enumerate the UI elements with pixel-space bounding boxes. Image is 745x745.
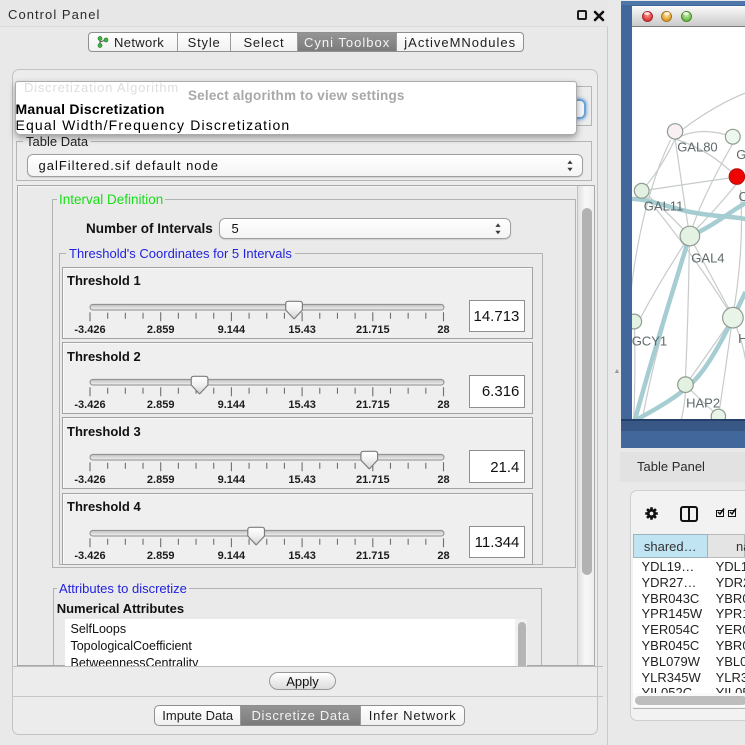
svg-text:28: 28 — [437, 399, 449, 411]
svg-text:21.715: 21.715 — [356, 550, 390, 562]
svg-text:H: H — [738, 331, 745, 346]
svg-text:9.144: 9.144 — [218, 399, 246, 411]
svg-text:28: 28 — [437, 474, 449, 486]
svg-text:G: G — [736, 147, 745, 162]
svg-text:HAP2: HAP2 — [686, 396, 720, 411]
svg-text:9.144: 9.144 — [218, 324, 246, 336]
svg-text:GCY1: GCY1 — [632, 334, 667, 349]
svg-text:2.859: 2.859 — [147, 474, 175, 486]
svg-text:15.43: 15.43 — [288, 399, 316, 411]
svg-text:GAL4: GAL4 — [691, 251, 724, 266]
svg-text:-3.426: -3.426 — [74, 474, 105, 486]
svg-text:2.859: 2.859 — [147, 324, 175, 336]
svg-text:GAL80: GAL80 — [677, 140, 717, 155]
svg-text:GAL11: GAL11 — [643, 199, 683, 214]
svg-text:21.715: 21.715 — [356, 474, 390, 486]
svg-text:15.43: 15.43 — [288, 474, 316, 486]
svg-text:28: 28 — [437, 550, 449, 562]
svg-text:9.144: 9.144 — [218, 550, 246, 562]
svg-text:C: C — [738, 189, 745, 204]
svg-text:-3.426: -3.426 — [74, 324, 105, 336]
svg-text:28: 28 — [437, 324, 449, 336]
svg-text:2.859: 2.859 — [147, 550, 175, 562]
svg-text:15.43: 15.43 — [288, 324, 316, 336]
svg-text:2.859: 2.859 — [147, 399, 175, 411]
svg-text:15.43: 15.43 — [288, 550, 316, 562]
svg-text:21.715: 21.715 — [356, 324, 390, 336]
svg-text:21.715: 21.715 — [356, 399, 390, 411]
svg-text:-3.426: -3.426 — [74, 399, 105, 411]
svg-text:9.144: 9.144 — [218, 474, 246, 486]
svg-text:-3.426: -3.426 — [74, 550, 105, 562]
